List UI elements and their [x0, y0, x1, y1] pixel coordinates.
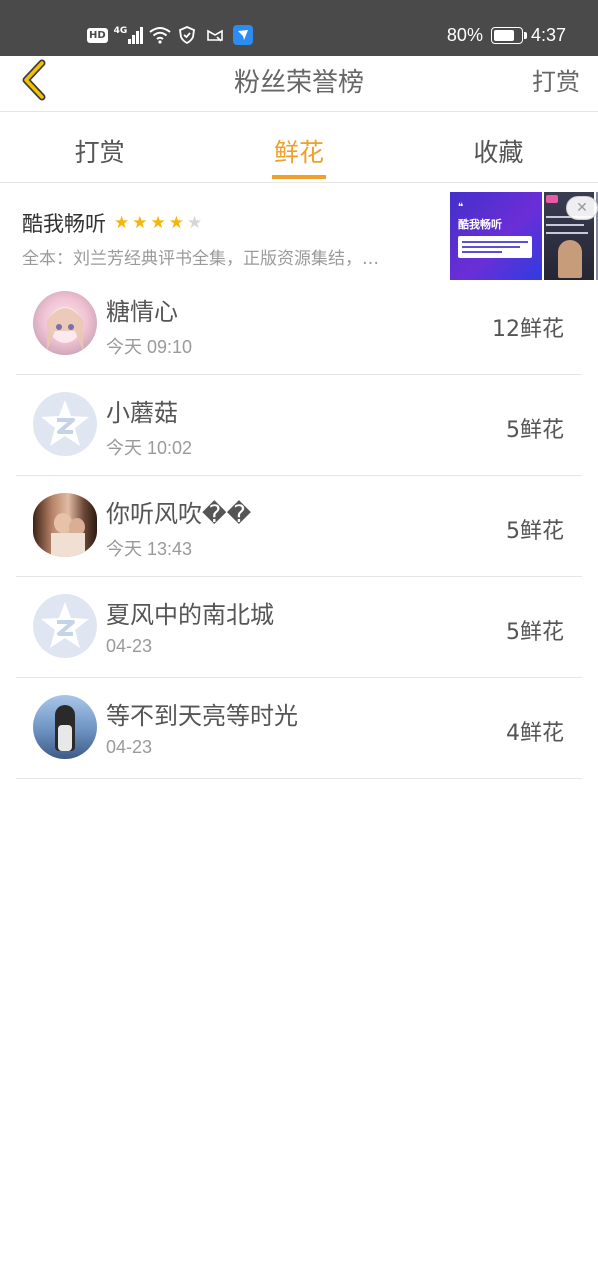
ad-title-row: 酷我畅听 ★ ★ ★ ★ ★: [22, 208, 202, 238]
close-ad-button[interactable]: ✕: [566, 196, 598, 220]
ad-image-person: [558, 240, 582, 278]
default-avatar-icon: [41, 400, 89, 446]
fan-list: 糖情心 今天 09:10 12鲜花 小蘑菇 今天 10:02 5鲜花 你听风吹�…: [16, 274, 582, 779]
flower-count: 5鲜花: [506, 519, 564, 544]
status-bar: HD 4G 80% 4:37: [0, 0, 598, 56]
network-type-label: 4G: [113, 26, 128, 36]
ad-banner[interactable]: 酷我畅听 ★ ★ ★ ★ ★ 全本：刘兰芳经典评书全集，正版资源集结，… ❝ 酷我畅听 …: [0, 184, 598, 284]
tab-indicator: [271, 175, 326, 179]
ad-image-caption-box: [458, 236, 532, 258]
list-item[interactable]: 等不到天亮等时光 04-23 4鲜花: [16, 678, 582, 779]
fan-name: 小蘑菇: [106, 399, 178, 427]
ad-image-title: 酷我畅听: [458, 218, 502, 231]
page-title: 粉丝荣誉榜: [233, 68, 364, 98]
list-item[interactable]: 夏风中的南北城 04-23 5鲜花: [16, 577, 582, 678]
wifi-icon: [149, 25, 171, 45]
flower-count: 12鲜花: [492, 317, 564, 342]
list-item[interactable]: 小蘑菇 今天 10:02 5鲜花: [16, 375, 582, 476]
quote-icon: ❝: [458, 202, 464, 213]
flower-count: 4鲜花: [506, 721, 564, 746]
fan-time: 今天 13:43: [106, 539, 193, 559]
status-icons-left: HD 4G: [87, 22, 254, 48]
fan-time: 今天 10:02: [106, 438, 193, 458]
notification-icon: [205, 25, 227, 45]
ad-image-text: [546, 224, 584, 226]
avatar: [33, 392, 97, 456]
star-filled-icon: ★: [150, 213, 166, 233]
flower-count: 5鲜花: [506, 418, 564, 443]
ad-image[interactable]: ❝ 酷我畅听: [450, 192, 542, 280]
battery-percent: 80%: [446, 24, 483, 45]
hd-badge: HD: [87, 27, 108, 43]
ad-title: 酷我畅听: [22, 212, 106, 236]
tab-label: 收藏: [473, 138, 524, 167]
tab-flowers[interactable]: 鲜花: [199, 113, 398, 182]
avatar-figure: [58, 725, 72, 751]
fan-time: 04-23: [106, 737, 153, 757]
default-avatar-icon: [41, 602, 89, 648]
rating-stars: ★ ★ ★ ★ ★: [114, 213, 202, 233]
star-filled-icon: ★: [114, 213, 130, 233]
status-icons-right: 80% 4:37: [447, 22, 566, 48]
star-filled-icon: ★: [132, 213, 148, 233]
ad-description: 全本：刘兰芳经典评书全集，正版资源集结，…: [22, 249, 379, 269]
fan-time: 今天 09:10: [106, 337, 193, 357]
ad-image-text: [546, 232, 588, 234]
fan-name: 等不到天亮等时光: [106, 702, 298, 730]
avatar: [33, 695, 97, 759]
fan-name: 糖情心: [106, 298, 178, 326]
avatar: [33, 594, 97, 658]
flower-count: 5鲜花: [506, 620, 564, 645]
avatar: [33, 493, 97, 557]
close-icon: ✕: [576, 200, 588, 216]
cellular-signal-icon: 4G: [114, 26, 144, 44]
tab-bar: 打赏 鲜花 收藏: [0, 113, 598, 183]
battery-icon: [490, 26, 527, 44]
star-empty-icon: ★: [187, 213, 203, 233]
avatar: [33, 291, 97, 355]
tab-favorites[interactable]: 收藏: [399, 113, 598, 182]
fan-name: 你听风吹��: [106, 500, 252, 528]
list-item[interactable]: 你听风吹�� 今天 13:43 5鲜花: [16, 476, 582, 577]
tab-label: 鲜花: [273, 138, 324, 167]
ad-logo: [546, 195, 558, 203]
tab-reward[interactable]: 打赏: [0, 113, 199, 182]
star-filled-icon: ★: [168, 213, 184, 233]
app-notification-icon: [233, 25, 254, 45]
reward-button[interactable]: 打赏: [532, 62, 580, 97]
fan-time: 04-23: [106, 636, 153, 656]
title-bar: 粉丝荣誉榜 打赏: [0, 56, 598, 112]
fan-name: 夏风中的南北城: [106, 601, 274, 629]
clock: 4:37: [530, 24, 566, 45]
tab-label: 打赏: [74, 138, 125, 167]
shield-icon: [177, 25, 199, 45]
list-item[interactable]: 糖情心 今天 09:10 12鲜花: [16, 274, 582, 375]
